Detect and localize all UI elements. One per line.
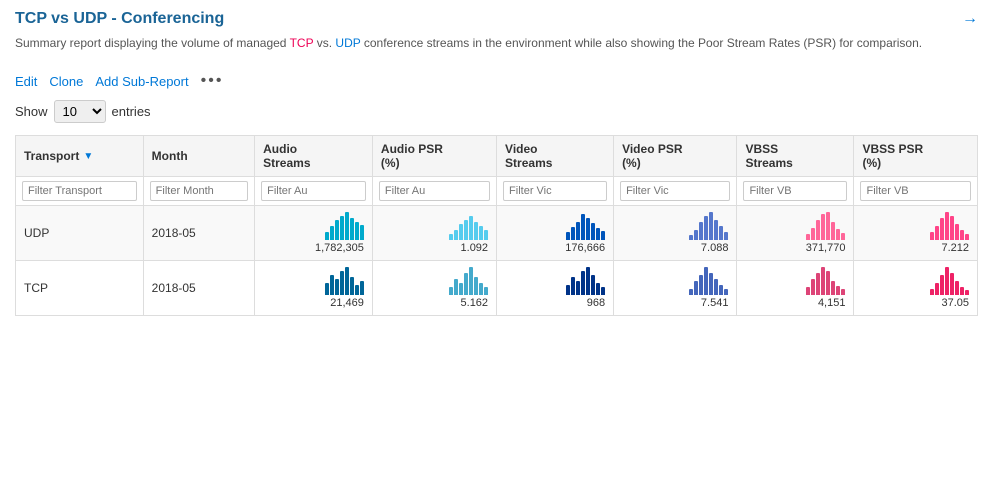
col-vbss-psr: VBSS PSR(%) [854, 136, 978, 177]
more-options-button[interactable]: ••• [201, 72, 224, 90]
col-transport[interactable]: Transport ▼ [16, 136, 144, 177]
vbss-psr-cell: 7.212 [854, 206, 978, 261]
toolbar: Edit Clone Add Sub-Report ••• [15, 72, 978, 90]
col-audio-psr: Audio PSR(%) [372, 136, 496, 177]
clone-button[interactable]: Clone [49, 74, 83, 89]
audio-streams-cell: 1,782,305 [255, 206, 373, 261]
month-cell: 2018-05 [143, 206, 254, 261]
audio-psr-cell: 5.162 [372, 261, 496, 316]
col-month: Month [143, 136, 254, 177]
video-streams-cell: 968 [497, 261, 614, 316]
audio-streams-cell: 21,469 [255, 261, 373, 316]
filter-audio-psr[interactable] [379, 181, 490, 201]
page-title: TCP vs UDP - Conferencing → [15, 10, 978, 28]
audio-psr-cell: 1.092 [372, 206, 496, 261]
transport-cell: TCP [16, 261, 144, 316]
table-header-row: Transport ▼ Month AudioStreams Audio PSR… [16, 136, 978, 177]
vbss-streams-cell: 371,770 [737, 206, 854, 261]
table-row: TCP 2018-05 21,469 [16, 261, 978, 316]
entries-label: entries [112, 104, 151, 119]
video-psr-cell: 7.088 [614, 206, 737, 261]
filter-vbss-psr[interactable] [860, 181, 971, 201]
filter-video-psr[interactable] [620, 181, 730, 201]
show-label: Show [15, 104, 48, 119]
add-sub-report-button[interactable]: Add Sub-Report [95, 74, 188, 89]
col-vbss-streams: VBSSStreams [737, 136, 854, 177]
month-cell: 2018-05 [143, 261, 254, 316]
filter-audio-streams[interactable] [261, 181, 366, 201]
video-streams-cell: 176,666 [497, 206, 614, 261]
filter-vbss-streams[interactable] [743, 181, 847, 201]
video-psr-cell: 7.541 [614, 261, 737, 316]
vbss-streams-cell: 4,151 [737, 261, 854, 316]
filter-row [16, 177, 978, 206]
col-audio-streams: AudioStreams [255, 136, 373, 177]
show-entries-control: Show 10 25 50 100 entries [15, 100, 978, 123]
vbss-psr-cell: 37.05 [854, 261, 978, 316]
table-row: UDP 2018-05 1,782,305 [16, 206, 978, 261]
filter-month[interactable] [150, 181, 248, 201]
data-table: Transport ▼ Month AudioStreams Audio PSR… [15, 135, 978, 316]
filter-transport[interactable] [22, 181, 137, 201]
page-title-text: TCP vs UDP - Conferencing [15, 10, 224, 28]
page-description: Summary report displaying the volume of … [15, 34, 978, 52]
col-video-streams: VideoStreams [497, 136, 614, 177]
col-video-psr: Video PSR(%) [614, 136, 737, 177]
entries-select[interactable]: 10 25 50 100 [54, 100, 106, 123]
filter-video-streams[interactable] [503, 181, 607, 201]
transport-cell: UDP [16, 206, 144, 261]
page-title-arrow: → [962, 10, 978, 28]
edit-button[interactable]: Edit [15, 74, 37, 89]
sort-icon: ▼ [83, 151, 93, 162]
